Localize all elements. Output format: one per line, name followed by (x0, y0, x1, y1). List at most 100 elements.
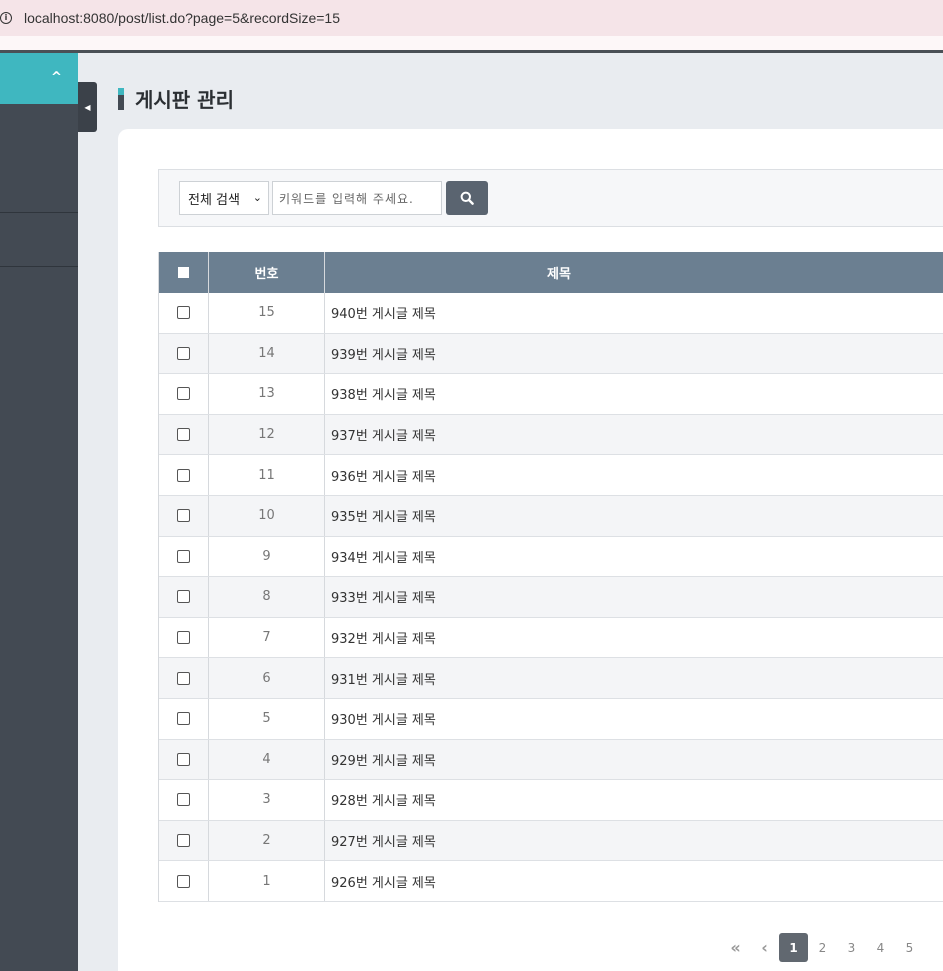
row-checkbox-cell (159, 698, 209, 739)
row-checkbox[interactable] (177, 468, 190, 482)
row-checkbox[interactable] (177, 549, 190, 563)
search-box: 전체 검색 ⌄ 키워드를 입력해 주세요. (158, 169, 943, 227)
table-row[interactable]: 15 940번 게시글 제목 (159, 293, 943, 334)
page-3-button[interactable]: 3 (837, 933, 866, 962)
row-title-link[interactable]: 928번 게시글 제목 (325, 780, 943, 820)
row-checkbox[interactable] (177, 834, 190, 848)
row-title-link[interactable]: 936번 게시글 제목 (325, 455, 943, 495)
row-checkbox[interactable] (177, 671, 190, 685)
search-type-value: 전체 검색 (188, 192, 240, 208)
table-row[interactable]: 3 928번 게시글 제목 (159, 780, 943, 821)
row-checkbox[interactable] (177, 712, 190, 726)
chevron-down-icon: ⌄ (252, 191, 262, 204)
first-page-button[interactable]: « (721, 933, 750, 962)
table-row[interactable]: 12 937번 게시글 제목 (159, 414, 943, 456)
row-checkbox-cell (159, 861, 209, 901)
row-title-link[interactable]: 937번 게시글 제목 (325, 415, 943, 455)
row-number: 7 (209, 617, 325, 658)
select-all-checkbox[interactable] (178, 267, 189, 278)
table-header: 번호 제목 (159, 252, 943, 293)
post-table: 번호 제목 15 940번 게시글 제목 14 939번 게시글 제목 13 938번 게… (158, 252, 943, 902)
search-placeholder: 키워드를 입력해 주세요. (279, 191, 414, 206)
row-checkbox-cell (159, 658, 209, 698)
row-checkbox[interactable] (177, 631, 190, 645)
row-number: 6 (209, 658, 325, 698)
table-row[interactable]: 9 934번 게시글 제목 (159, 536, 943, 578)
sidebar-menu-header[interactable]: ^ (0, 53, 78, 104)
pagination: « ‹ 12345 (721, 933, 924, 962)
table-row[interactable]: 11 936번 게시글 제목 (159, 455, 943, 496)
row-number: 12 (209, 414, 325, 455)
table-row[interactable]: 6 931번 게시글 제목 (159, 658, 943, 699)
search-type-select[interactable]: 전체 검색 ⌄ (179, 181, 269, 215)
chevron-up-icon[interactable]: ^ (51, 70, 62, 85)
row-title-link[interactable]: 930번 게시글 제목 (325, 699, 943, 739)
row-number: 8 (209, 577, 325, 617)
table-row[interactable]: 4 929번 게시글 제목 (159, 739, 943, 781)
row-title-link[interactable]: 927번 게시글 제목 (325, 821, 943, 861)
row-title-link[interactable]: 940번 게시글 제목 (325, 293, 943, 333)
row-checkbox[interactable] (177, 874, 190, 888)
table-row[interactable]: 13 938번 게시글 제목 (159, 374, 943, 415)
row-title-link[interactable]: 929번 게시글 제목 (325, 740, 943, 780)
page-1-button[interactable]: 1 (779, 933, 808, 962)
row-title-link[interactable]: 935번 게시글 제목 (325, 496, 943, 536)
row-checkbox[interactable] (177, 590, 190, 604)
sidebar-toggle-button[interactable]: ◀ (78, 82, 97, 132)
table-body: 15 940번 게시글 제목 14 939번 게시글 제목 13 938번 게시글 제목 1… (159, 293, 943, 902)
content-card: 전체 검색 ⌄ 키워드를 입력해 주세요. 번호 제목 15 940번 게시글 제… (118, 129, 943, 971)
row-checkbox[interactable] (177, 793, 190, 807)
row-checkbox[interactable] (177, 752, 190, 766)
row-checkbox-cell (159, 414, 209, 455)
table-row[interactable]: 8 933번 게시글 제목 (159, 577, 943, 618)
sidebar-item[interactable] (0, 104, 78, 213)
page-title: 게시판 관리 (135, 88, 234, 112)
select-all-cell (159, 252, 209, 293)
toolbar-gap (0, 36, 943, 50)
page-2-button[interactable]: 2 (808, 933, 837, 962)
row-number: 13 (209, 374, 325, 414)
row-checkbox-cell (159, 820, 209, 861)
table-row[interactable]: 5 930번 게시글 제목 (159, 698, 943, 740)
row-title-link[interactable]: 931번 게시글 제목 (325, 658, 943, 698)
row-number: 3 (209, 780, 325, 820)
page-header: 게시판 관리 (118, 84, 234, 113)
row-title-link[interactable]: 932번 게시글 제목 (325, 618, 943, 658)
row-title-link[interactable]: 939번 게시글 제목 (325, 334, 943, 374)
table-row[interactable]: 1 926번 게시글 제목 (159, 861, 943, 902)
row-checkbox-cell (159, 780, 209, 820)
page-5-button[interactable]: 5 (895, 933, 924, 962)
page-4-button[interactable]: 4 (866, 933, 895, 962)
row-title-link[interactable]: 926번 게시글 제목 (325, 861, 943, 901)
row-checkbox-cell (159, 739, 209, 780)
site-info-icon[interactable]: i (0, 12, 12, 24)
table-row[interactable]: 7 932번 게시글 제목 (159, 617, 943, 659)
row-title-link[interactable]: 938번 게시글 제목 (325, 374, 943, 414)
top-divider (0, 50, 943, 53)
search-button[interactable] (446, 181, 488, 215)
search-input[interactable]: 키워드를 입력해 주세요. (272, 181, 442, 215)
caret-left-icon: ◀ (84, 102, 91, 112)
row-number: 1 (209, 861, 325, 901)
address-bar[interactable]: i localhost:8080/post/list.do?page=5&rec… (0, 0, 943, 36)
sidebar-item[interactable] (0, 213, 78, 267)
column-header-title: 제목 (547, 267, 571, 282)
row-title-link[interactable]: 934번 게시글 제목 (325, 537, 943, 577)
row-checkbox[interactable] (177, 346, 190, 360)
row-checkbox[interactable] (177, 509, 190, 523)
row-number: 10 (209, 495, 325, 536)
row-checkbox-cell (159, 617, 209, 658)
url-text[interactable]: localhost:8080/post/list.do?page=5&recor… (24, 10, 340, 26)
row-checkbox[interactable] (177, 387, 190, 401)
row-checkbox[interactable] (177, 306, 190, 320)
table-row[interactable]: 14 939번 게시글 제목 (159, 333, 943, 375)
row-checkbox[interactable] (177, 428, 190, 442)
title-accent-bar (118, 87, 124, 110)
row-title-link[interactable]: 933번 게시글 제목 (325, 577, 943, 617)
row-checkbox-cell (159, 293, 209, 333)
table-row[interactable]: 2 927번 게시글 제목 (159, 820, 943, 862)
page-numbers: 12345 (779, 933, 924, 962)
prev-page-button[interactable]: ‹ (750, 933, 779, 962)
row-number: 15 (209, 293, 325, 333)
table-row[interactable]: 10 935번 게시글 제목 (159, 495, 943, 537)
